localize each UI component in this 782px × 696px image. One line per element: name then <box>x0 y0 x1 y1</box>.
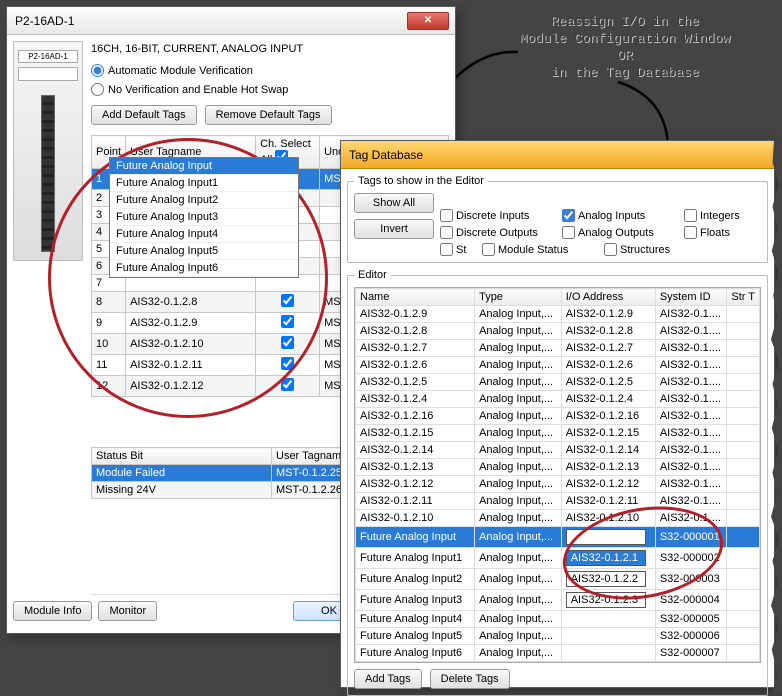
add-tags-button[interactable]: Add Tags <box>354 669 422 689</box>
dropdown-item[interactable]: Future Analog Input <box>110 158 298 175</box>
dropdown-item[interactable]: Future Analog Input4 <box>110 226 298 243</box>
io-address-dropdown-item[interactable]: AIS32-0.1.2.1 <box>566 550 646 566</box>
titlebar[interactable]: Tag Database <box>341 141 774 169</box>
table-row[interactable]: AIS32-0.1.2.6Analog Input,...AIS32-0.1.2… <box>356 357 760 374</box>
chk-discrete-outputs[interactable]: Discrete Outputs <box>440 226 550 239</box>
table-row[interactable]: Future Analog Input5Analog Input,...S32-… <box>356 628 760 645</box>
chk-integers[interactable]: Integers <box>684 209 754 222</box>
filter-fieldset: Tags to show in the Editor Show All Inve… <box>347 175 768 263</box>
window-title: P2-16AD-1 <box>15 14 407 28</box>
ch-select-checkbox[interactable] <box>281 357 294 370</box>
table-row[interactable]: AIS32-0.1.2.13Analog Input,...AIS32-0.1.… <box>356 459 760 476</box>
table-row[interactable]: AIS32-0.1.2.9Analog Input,...AIS32-0.1.2… <box>356 306 760 323</box>
dropdown-item[interactable]: Future Analog Input5 <box>110 243 298 260</box>
add-default-tags-button[interactable]: Add Default Tags <box>91 105 197 125</box>
dropdown-item[interactable]: Future Analog Input2 <box>110 192 298 209</box>
table-row[interactable]: Future Analog Input1Analog Input,...AIS3… <box>356 548 760 569</box>
chk-discrete-inputs[interactable]: Discrete Inputs <box>440 209 550 222</box>
tag-database-window: Tag Database Tags to show in the Editor … <box>340 140 775 688</box>
table-row[interactable]: AIS32-0.1.2.11Analog Input,...AIS32-0.1.… <box>356 493 760 510</box>
chk-module-status[interactable]: Module Status <box>482 243 592 256</box>
table-row[interactable]: AIS32-0.1.2.10Analog Input,...AIS32-0.1.… <box>356 510 760 527</box>
editor-table[interactable]: Name Type I/O Address System ID Str T AI… <box>355 288 760 662</box>
ch-select-checkbox[interactable] <box>281 294 294 307</box>
col-status-bit[interactable]: Status Bit <box>92 448 272 465</box>
module-image-label: P2-16AD-1 <box>18 50 78 63</box>
monitor-button[interactable]: Monitor <box>98 601 157 621</box>
table-row[interactable]: Future Analog InputAnalog Input,... S32-… <box>356 527 760 548</box>
close-icon[interactable]: ✕ <box>407 12 449 30</box>
table-row[interactable]: AIS32-0.1.2.4Analog Input,...AIS32-0.1.2… <box>356 391 760 408</box>
table-row[interactable]: Future Analog Input3Analog Input,...AIS3… <box>356 590 760 611</box>
table-row[interactable]: AIS32-0.1.2.15Analog Input,...AIS32-0.1.… <box>356 425 760 442</box>
table-row[interactable]: Future Analog Input6Analog Input,...S32-… <box>356 645 760 662</box>
table-row[interactable]: AIS32-0.1.2.8Analog Input,...AIS32-0.1.2… <box>356 323 760 340</box>
delete-tags-button[interactable]: Delete Tags <box>430 669 510 689</box>
radio-no-verify[interactable]: No Verification and Enable Hot Swap <box>91 82 449 97</box>
invert-button[interactable]: Invert <box>354 219 434 239</box>
module-info-button[interactable]: Module Info <box>13 601 92 621</box>
dropdown-item[interactable]: Future Analog Input1 <box>110 175 298 192</box>
chk-structures[interactable]: Structures <box>604 243 714 256</box>
editor-fieldset: Editor Name Type I/O Address System ID S… <box>347 269 768 696</box>
dropdown-item[interactable]: Future Analog Input3 <box>110 209 298 226</box>
show-all-button[interactable]: Show All <box>354 193 434 213</box>
table-row[interactable]: AIS32-0.1.2.12Analog Input,...AIS32-0.1.… <box>356 476 760 493</box>
col-name[interactable]: Name <box>356 289 475 306</box>
io-address-dropdown-item[interactable]: AIS32-0.1.2.3 <box>566 592 646 608</box>
ch-select-checkbox[interactable] <box>281 378 294 391</box>
chk-analog-outputs[interactable]: Analog Outputs <box>562 226 672 239</box>
remove-default-tags-button[interactable]: Remove Default Tags <box>205 105 332 125</box>
dropdown-item[interactable]: Future Analog Input6 <box>110 260 298 277</box>
module-image: P2-16AD-1 <box>13 41 83 261</box>
window-title: Tag Database <box>349 148 768 162</box>
radio-auto-verify[interactable]: Automatic Module Verification <box>91 63 449 78</box>
table-row[interactable]: AIS32-0.1.2.16Analog Input,...AIS32-0.1.… <box>356 408 760 425</box>
chk-st[interactable]: St <box>440 243 470 256</box>
io-address-dropdown-item[interactable]: AIS32-0.1.2.2 <box>566 571 646 587</box>
ch-select-checkbox[interactable] <box>281 336 294 349</box>
ch-select-checkbox[interactable] <box>281 315 294 328</box>
col-system-id[interactable]: System ID <box>655 289 727 306</box>
col-io-address[interactable]: I/O Address <box>561 289 655 306</box>
table-row[interactable]: Future Analog Input2Analog Input,...AIS3… <box>356 569 760 590</box>
table-row[interactable]: AIS32-0.1.2.14Analog Input,...AIS32-0.1.… <box>356 442 760 459</box>
table-row[interactable]: AIS32-0.1.2.5Analog Input,...AIS32-0.1.2… <box>356 374 760 391</box>
table-row[interactable]: AIS32-0.1.2.7Analog Input,...AIS32-0.1.2… <box>356 340 760 357</box>
chk-floats[interactable]: Floats <box>684 226 744 239</box>
io-address-dropdown[interactable] <box>566 529 646 545</box>
tagname-dropdown[interactable]: Future Analog InputFuture Analog Input1F… <box>109 157 299 278</box>
col-str[interactable]: Str T <box>727 289 760 306</box>
chk-analog-inputs[interactable]: Analog Inputs <box>562 209 672 222</box>
editor-legend: Editor <box>354 269 391 281</box>
col-type[interactable]: Type <box>475 289 562 306</box>
titlebar[interactable]: P2-16AD-1 ✕ <box>7 7 455 35</box>
table-row[interactable]: Future Analog Input4Analog Input,...S32-… <box>356 611 760 628</box>
module-description: 16CH, 16-BIT, CURRENT, ANALOG INPUT <box>91 43 449 55</box>
filter-legend: Tags to show in the Editor <box>354 175 488 187</box>
annotation-text: Reassign I/O in the Module Configuration… <box>500 14 750 82</box>
